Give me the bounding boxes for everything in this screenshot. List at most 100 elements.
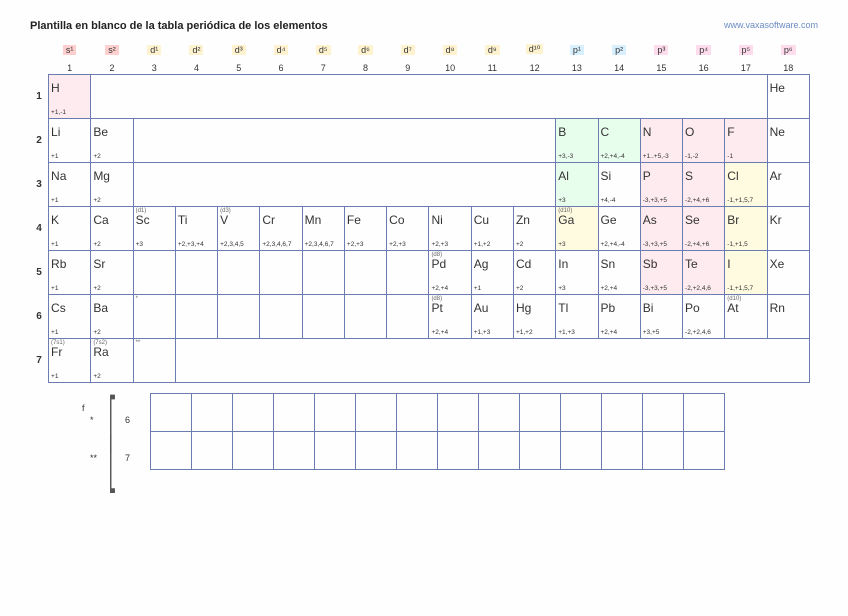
group-label: 10 xyxy=(429,56,471,74)
element-cell xyxy=(218,250,260,294)
fblock-cell xyxy=(643,393,684,431)
element-cell: Tl+1,+3 xyxy=(556,294,598,338)
fblock-cell xyxy=(274,431,315,469)
period-label: 6 xyxy=(30,294,49,338)
element-cell: * xyxy=(133,294,175,338)
element-cell: Au+1,+3 xyxy=(471,294,513,338)
element-cell: (7s2)Ra+2 xyxy=(91,338,133,382)
group-label: 13 xyxy=(556,56,598,74)
element-cell: Cs+1 xyxy=(49,294,91,338)
lanth-star: * xyxy=(90,415,94,425)
element-cell: Sr+2 xyxy=(91,250,133,294)
element-cell: Al+3 xyxy=(556,162,598,206)
fblock-cell xyxy=(356,393,397,431)
element-cell: B+3,-3 xyxy=(556,118,598,162)
element-cell: F-1 xyxy=(725,118,767,162)
orbital-label: d⁶ xyxy=(358,45,373,55)
element-cell: Li+1 xyxy=(49,118,91,162)
group-label: 5 xyxy=(218,56,260,74)
element-cell: C+2,+4,-4 xyxy=(598,118,640,162)
f-label: f xyxy=(82,403,85,413)
element-cell xyxy=(175,250,217,294)
element-cell xyxy=(133,250,175,294)
element-cell: Rb+1 xyxy=(49,250,91,294)
element-cell: Cl-1,+1,5,7 xyxy=(725,162,767,206)
element-cell: Xe xyxy=(767,250,809,294)
element-cell: Zn+2 xyxy=(513,206,555,250)
element-cell: As-3,+3,+5 xyxy=(640,206,682,250)
fblock-cell xyxy=(643,431,684,469)
element-cell: Na+1 xyxy=(49,162,91,206)
fblock-cell xyxy=(315,393,356,431)
orbital-row: s¹ s² d¹ d² d³ d⁴ d⁵ d⁶ d⁷ d⁸ d⁹ d¹⁰ p¹ … xyxy=(30,38,810,56)
orbital-label: p⁴ xyxy=(696,45,711,55)
element-cell: In+3 xyxy=(556,250,598,294)
element-cell: Ba+2 xyxy=(91,294,133,338)
orbital-label: s¹ xyxy=(63,45,77,55)
element-cell: (d3)V+2,3,4,5 xyxy=(218,206,260,250)
element-cell: Te-2,+2,4,6 xyxy=(683,250,725,294)
element-cell: O-1,-2 xyxy=(683,118,725,162)
orbital-label: p⁵ xyxy=(739,45,754,55)
group-label: 16 xyxy=(683,56,725,74)
period-label: 5 xyxy=(30,250,49,294)
orbital-label: d⁵ xyxy=(316,45,331,55)
group-label: 15 xyxy=(640,56,682,74)
fblock-cell xyxy=(520,393,561,431)
element-cell: Be+2 xyxy=(91,118,133,162)
period-row: 2 Li+1 Be+2 B+3,-3 C+2,+4,-4 N+1..+5,-3 … xyxy=(30,118,810,162)
element-cell: P-3,+3,+5 xyxy=(640,162,682,206)
group-label: 18 xyxy=(767,56,809,74)
fblock-cell xyxy=(684,393,725,431)
fblock-cell xyxy=(438,393,479,431)
group-row: 1 2 3 4 5 6 7 8 9 10 11 12 13 14 15 16 1… xyxy=(30,56,810,74)
lanth-period: 6 xyxy=(125,415,130,425)
source-url: www.vaxasoftware.com xyxy=(724,20,818,30)
fblock-cell xyxy=(479,393,520,431)
period-row: 1 H+1,-1 He xyxy=(30,74,810,118)
element-cell: H+1,-1 xyxy=(49,74,91,118)
group-label: 6 xyxy=(260,56,302,74)
element-cell: Rn xyxy=(767,294,809,338)
period-label: 7 xyxy=(30,338,49,382)
element-cell: Sn+2,+4 xyxy=(598,250,640,294)
element-cell xyxy=(260,250,302,294)
element-cell: Ag+1 xyxy=(471,250,513,294)
element-cell: Hg+1,+2 xyxy=(513,294,555,338)
element-cell xyxy=(344,250,386,294)
orbital-label: d⁷ xyxy=(401,45,415,55)
element-cell: Ti+2,+3,+4 xyxy=(175,206,217,250)
fblock-cell xyxy=(192,393,233,431)
orbital-label: s² xyxy=(105,45,119,55)
period-label: 2 xyxy=(30,118,49,162)
element-cell: Mg+2 xyxy=(91,162,133,206)
period-row: 6 Cs+1 Ba+2 * (d8)Pt+2,+4 Au+1,+3 Hg+1,+… xyxy=(30,294,810,338)
element-cell: He xyxy=(767,74,809,118)
group-label: 17 xyxy=(725,56,767,74)
fblock-cell xyxy=(561,393,602,431)
element-cell: Sb-3,+3,+5 xyxy=(640,250,682,294)
element-cell: (d8)Pt+2,+4 xyxy=(429,294,471,338)
orbital-label: d¹⁰ xyxy=(526,44,544,54)
fblock-cell xyxy=(479,431,520,469)
group-label: 7 xyxy=(302,56,344,74)
fblock-cell xyxy=(356,431,397,469)
period-row: 4 K+1 Ca+2 (d1)Sc+3 Ti+2,+3,+4 (d3)V+2,3… xyxy=(30,206,810,250)
periodic-table-wrap: s¹ s² d¹ d² d³ d⁴ d⁵ d⁶ d⁷ d⁸ d⁹ d¹⁰ p¹ … xyxy=(30,38,818,470)
fblock-cell xyxy=(602,431,643,469)
act-star: ** xyxy=(90,453,97,463)
orbital-label: d³ xyxy=(232,45,246,55)
orbital-label: p¹ xyxy=(570,45,584,55)
period-row: 3 Na+1 Mg+2 Al+3 Si+4,-4 P-3,+3,+5 S-2,+… xyxy=(30,162,810,206)
element-cell xyxy=(387,250,429,294)
element-cell: (d8)Pd+2,+4 xyxy=(429,250,471,294)
fblock-cell xyxy=(520,431,561,469)
periodic-table: s¹ s² d¹ d² d³ d⁴ d⁵ d⁶ d⁷ d⁸ d⁹ d¹⁰ p¹ … xyxy=(30,38,810,383)
element-cell: (7s1)Fr+1 xyxy=(49,338,91,382)
fblock-table xyxy=(150,393,725,470)
element-cell: Fe+2,+3 xyxy=(344,206,386,250)
element-cell: Cu+1,+2 xyxy=(471,206,513,250)
element-cell: Ca+2 xyxy=(91,206,133,250)
group-label: 14 xyxy=(598,56,640,74)
fblock-cell xyxy=(315,431,356,469)
